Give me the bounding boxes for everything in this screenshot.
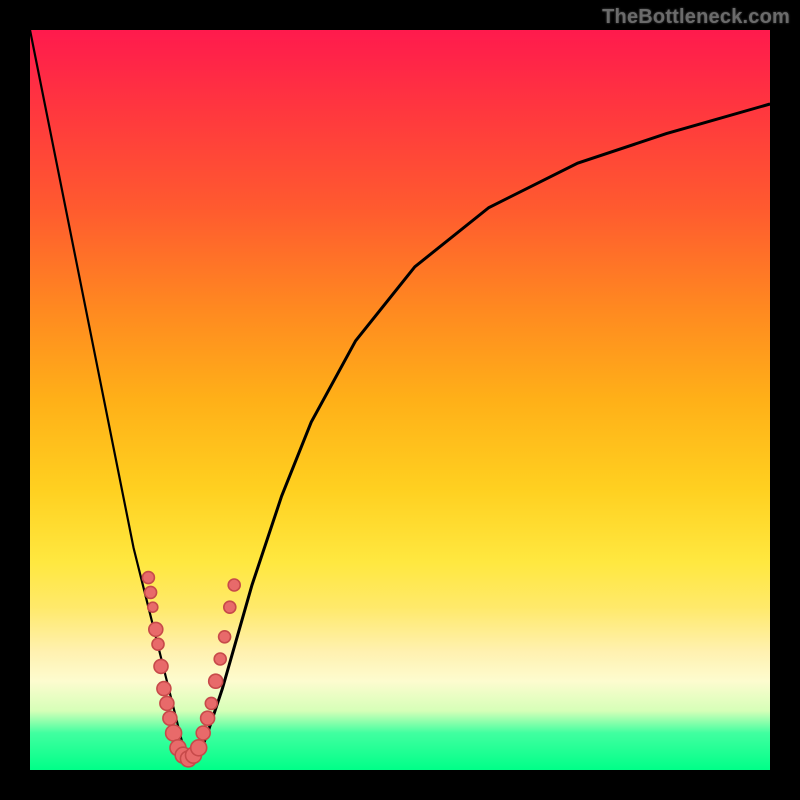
plot-area [30, 30, 770, 770]
data-marker [209, 674, 223, 688]
loss-curve-right [208, 104, 770, 733]
data-marker [152, 638, 164, 650]
data-marker [196, 726, 210, 740]
data-marker [154, 659, 168, 673]
curve-group [30, 30, 770, 763]
data-marker [157, 682, 171, 696]
data-marker [205, 697, 217, 709]
data-marker [201, 711, 215, 725]
marker-group [142, 572, 240, 767]
chart-svg [30, 30, 770, 770]
data-marker [219, 631, 231, 643]
data-marker [214, 653, 226, 665]
watermark-text: TheBottleneck.com [602, 6, 790, 29]
data-marker [142, 572, 154, 584]
data-marker [224, 601, 236, 613]
data-marker [160, 696, 174, 710]
data-marker [148, 602, 158, 612]
loss-curve [30, 30, 770, 763]
data-marker [191, 740, 207, 756]
chart-frame: TheBottleneck.com [0, 0, 800, 800]
data-marker [149, 622, 163, 636]
data-marker [163, 711, 177, 725]
data-marker [166, 725, 182, 741]
data-marker [145, 586, 157, 598]
data-marker [228, 579, 240, 591]
